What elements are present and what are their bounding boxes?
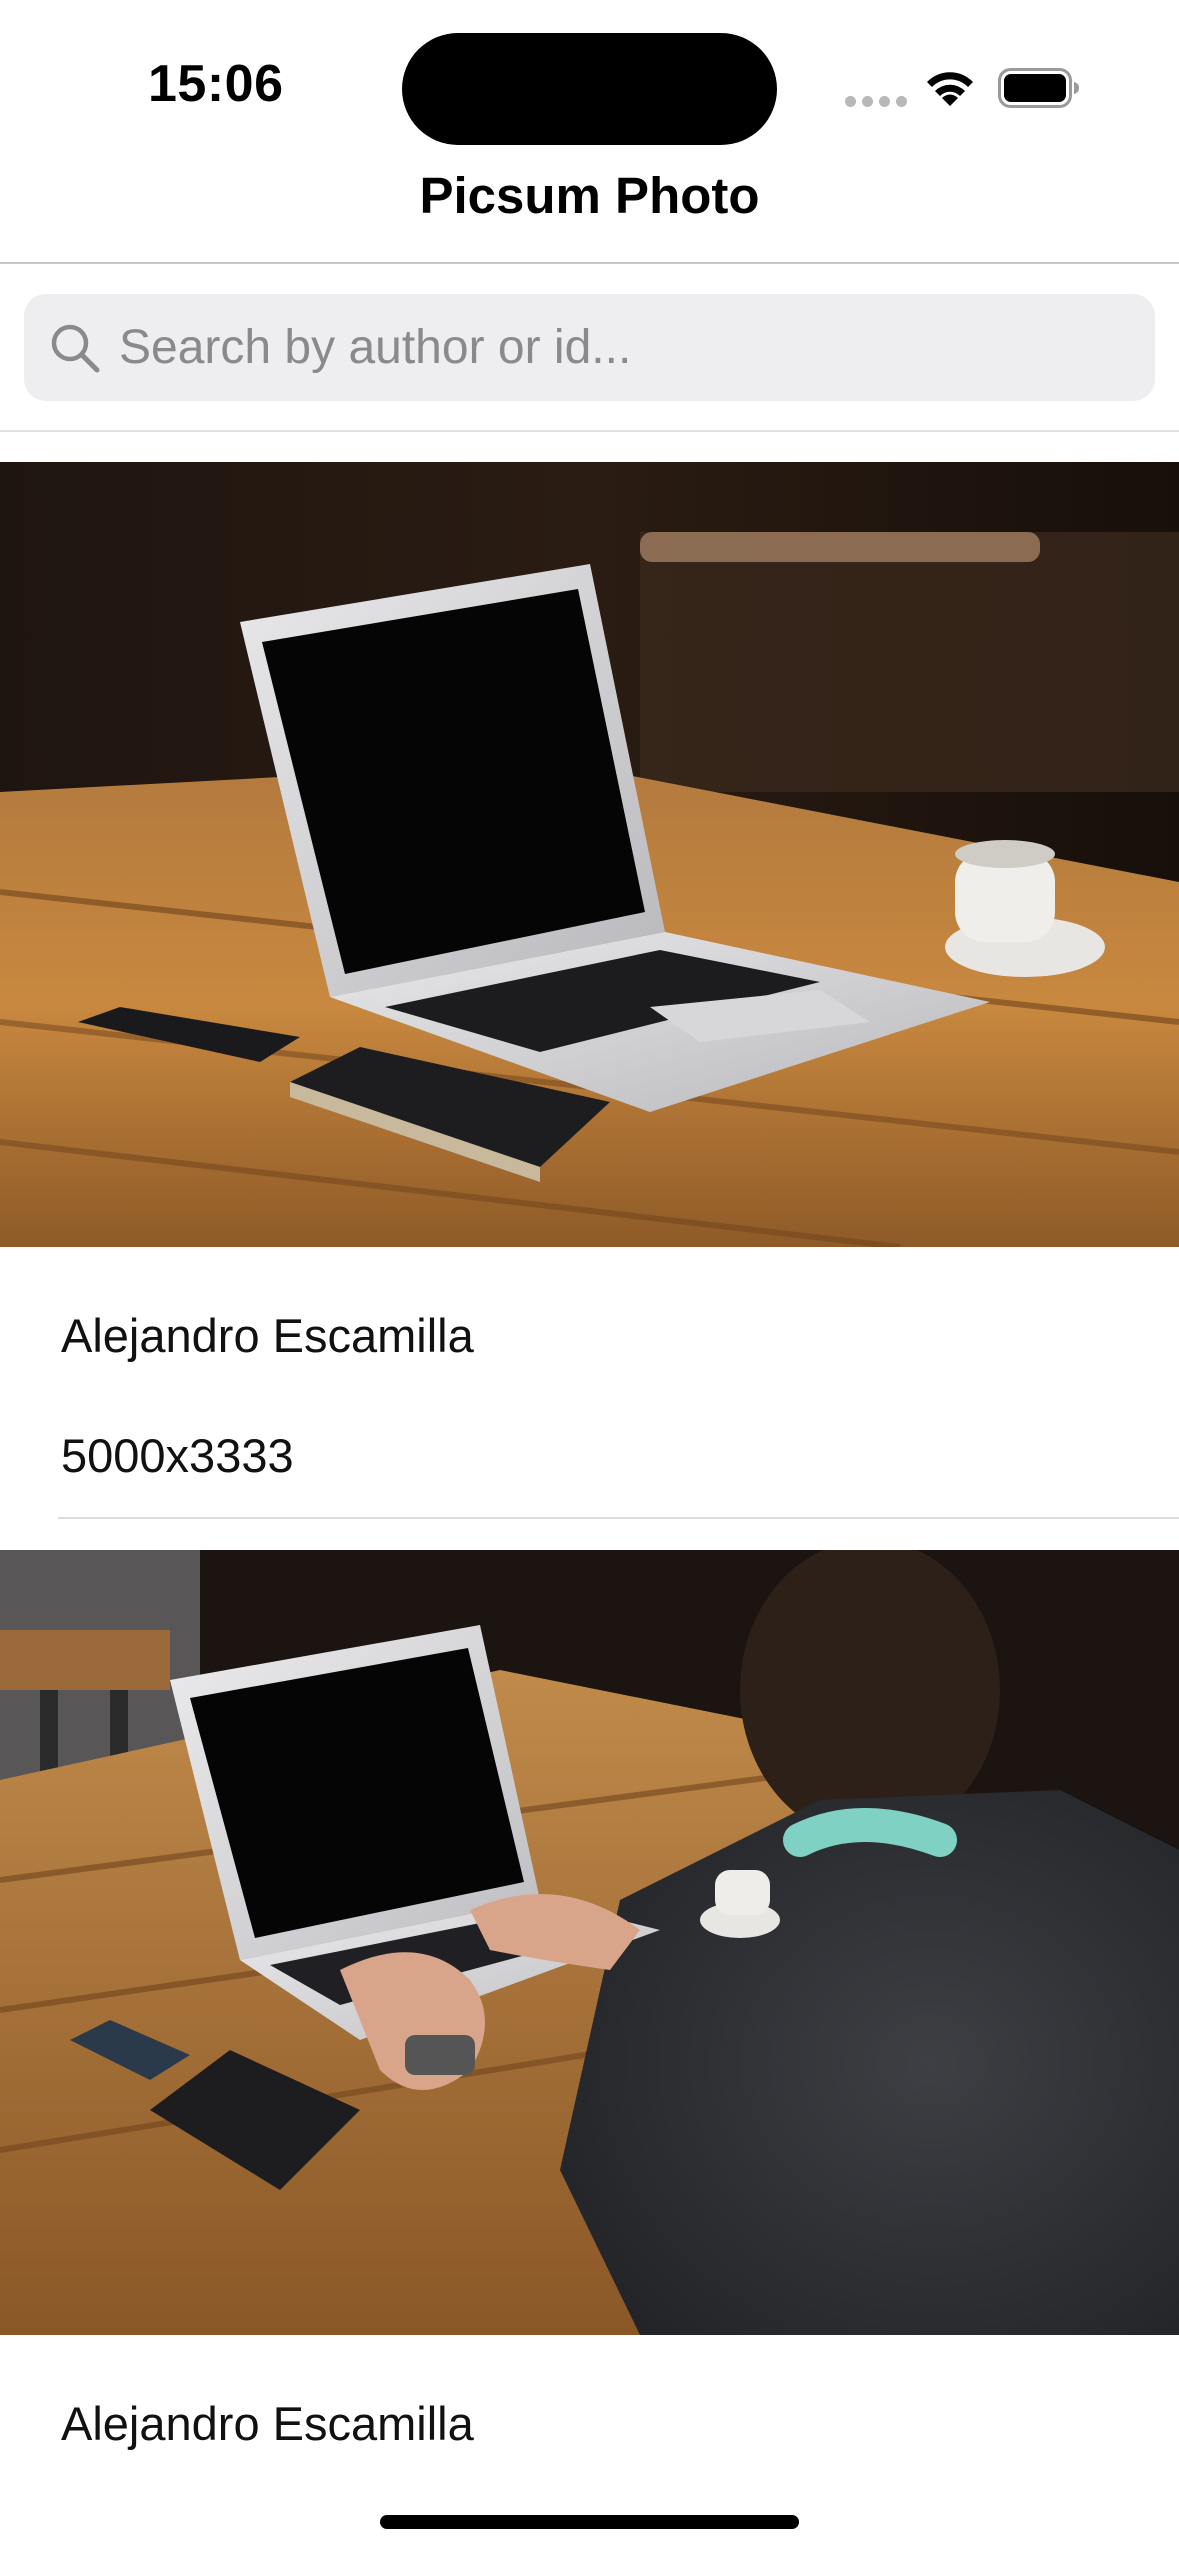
search-icon — [51, 324, 100, 373]
photo-author: Alejandro Escamilla — [61, 1309, 474, 1362]
photo-person-typing[interactable] — [0, 1550, 1179, 2335]
search-bar[interactable] — [24, 294, 1155, 401]
battery-icon — [998, 68, 1079, 108]
wifi-icon — [927, 72, 973, 106]
photo-laptop-on-table[interactable] — [0, 462, 1179, 1247]
laptop-on-wooden-table-photo — [0, 462, 1179, 1247]
nav-divider — [0, 262, 1179, 264]
home-indicator[interactable] — [380, 2515, 799, 2529]
photo-author: Alejandro Escamilla — [61, 2397, 474, 2450]
search-input[interactable] — [119, 294, 1129, 401]
page-title: Picsum Photo — [419, 167, 760, 224]
search-divider — [0, 430, 1179, 432]
status-time: 15:06 — [148, 55, 284, 113]
person-typing-on-laptop-photo — [0, 1550, 1179, 2335]
row-divider — [58, 1517, 1179, 1519]
cellular-signal-icon — [845, 96, 907, 107]
photo-dimensions: 5000x3333 — [61, 1429, 294, 1482]
dynamic-island — [402, 33, 777, 145]
status-bar: 15:06 — [0, 0, 1179, 170]
